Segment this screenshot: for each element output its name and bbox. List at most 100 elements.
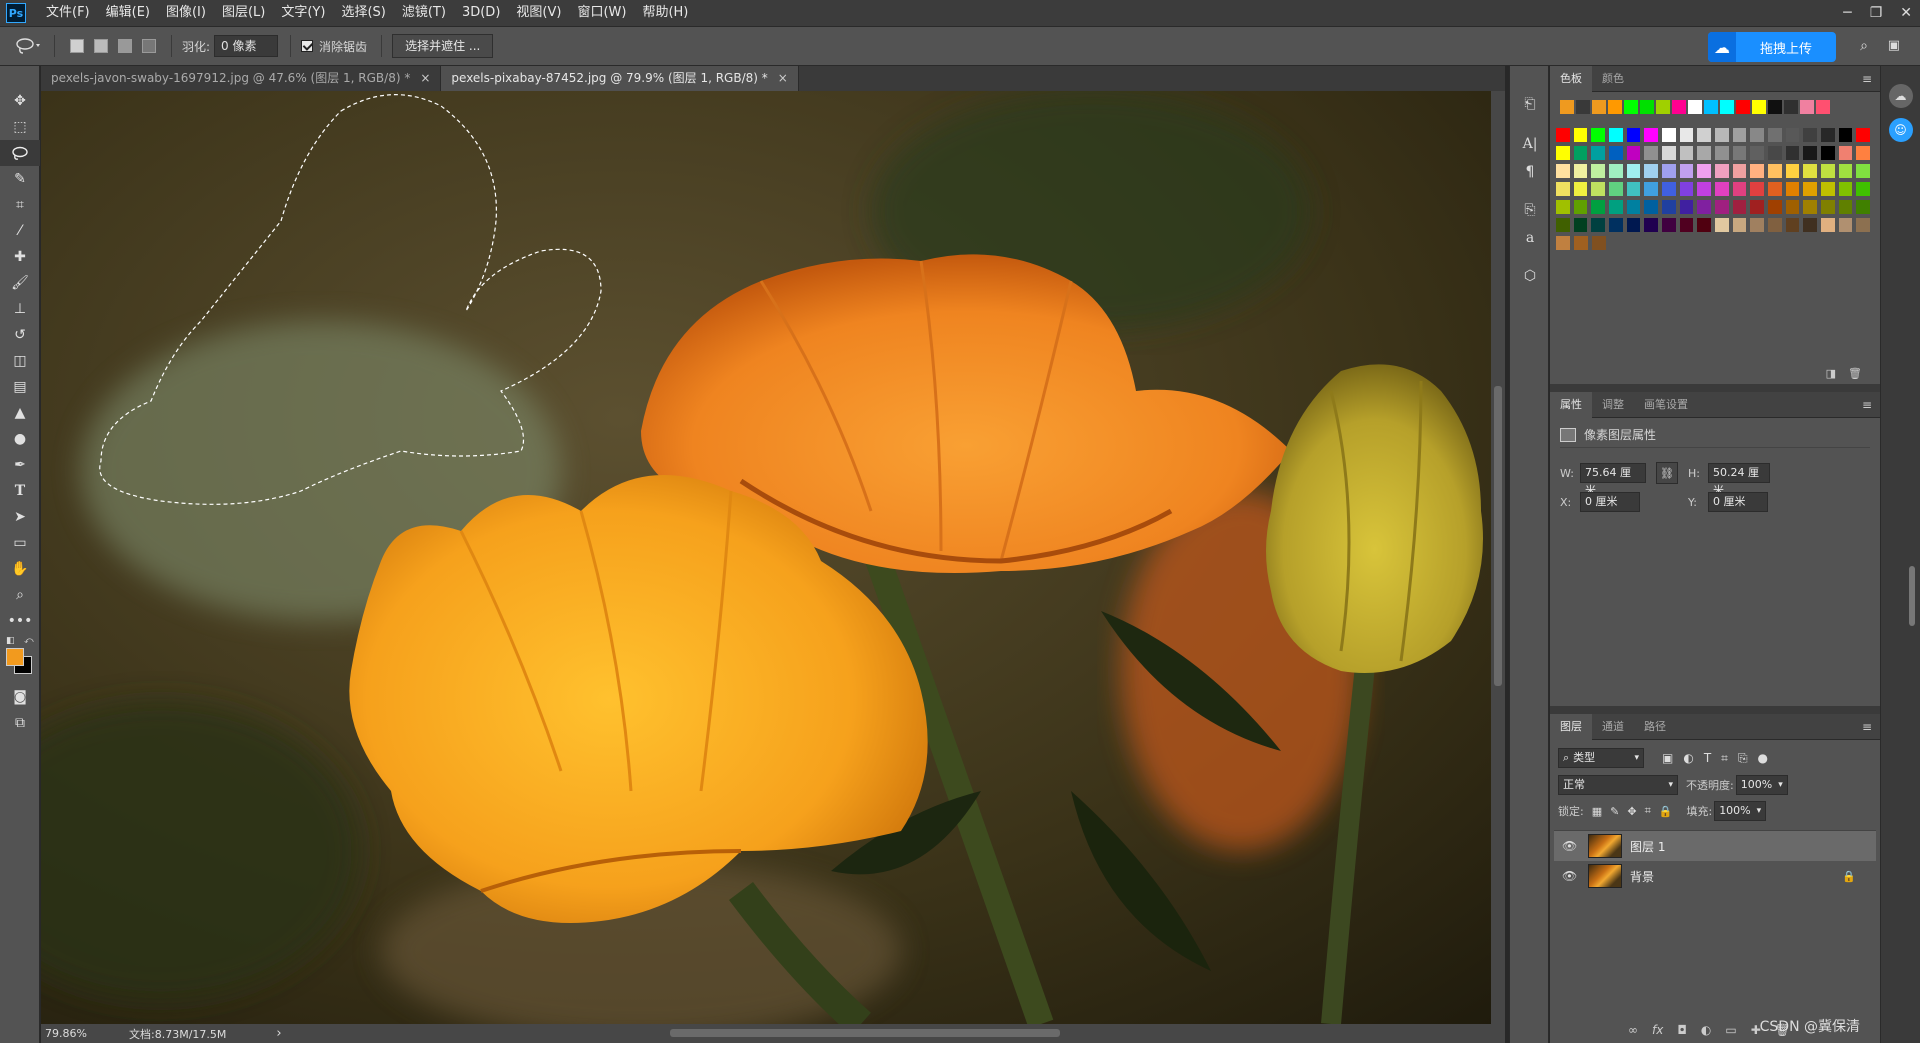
swatch[interactable] <box>1609 128 1623 142</box>
menu-help[interactable]: 帮助(H) <box>634 0 696 26</box>
swatch[interactable] <box>1732 128 1747 142</box>
swatch[interactable] <box>1679 146 1694 160</box>
swatch[interactable] <box>1662 200 1676 214</box>
swatch[interactable] <box>1591 182 1606 196</box>
swatch[interactable] <box>1688 100 1702 114</box>
lock-position-icon[interactable]: ✥ <box>1627 805 1636 818</box>
delete-swatch-icon[interactable]: 🗑 <box>1848 367 1862 380</box>
swatch[interactable] <box>1821 128 1835 142</box>
menu-3d[interactable]: 3D(D) <box>454 0 508 26</box>
type-tool-icon[interactable]: T <box>0 478 40 504</box>
swatch[interactable] <box>1732 164 1747 178</box>
swatch[interactable] <box>1803 218 1818 232</box>
swatch[interactable] <box>1560 100 1574 114</box>
swatch[interactable] <box>1626 146 1641 160</box>
screen-mode-icon[interactable]: ⧉ <box>0 710 40 736</box>
swatch[interactable] <box>1573 218 1588 232</box>
lock-transparent-icon[interactable]: ▦ <box>1592 805 1602 818</box>
x-input[interactable]: 0 厘米 <box>1580 492 1640 512</box>
foreground-color-swatch[interactable] <box>6 648 24 666</box>
move-tool-icon[interactable]: ✥ <box>0 88 40 114</box>
status-menu-arrow[interactable]: › <box>276 1026 281 1041</box>
3d-icon[interactable]: ⬡ <box>1510 262 1550 290</box>
pen-tool-icon[interactable]: ✒ <box>0 452 40 478</box>
swatch[interactable] <box>1697 218 1712 232</box>
swatch[interactable] <box>1750 164 1765 178</box>
swatch[interactable] <box>1838 146 1853 160</box>
new-selection-icon[interactable] <box>70 39 84 53</box>
lasso-preset-icon[interactable] <box>14 36 44 56</box>
tab-color[interactable]: 颜色 <box>1592 66 1634 92</box>
height-input[interactable]: 50.24 厘米 <box>1708 463 1770 497</box>
swatch[interactable] <box>1785 182 1800 196</box>
swatch[interactable] <box>1640 100 1654 114</box>
swatch[interactable] <box>1750 200 1765 214</box>
canvas[interactable] <box>41 91 1491 1024</box>
swatch[interactable] <box>1697 128 1712 142</box>
swatch[interactable] <box>1679 218 1694 232</box>
layer-row[interactable]: 👁 背景 🔒 <box>1554 861 1876 891</box>
zoom-level[interactable]: 79.86% <box>45 1027 121 1040</box>
eyedropper-tool-icon[interactable]: ⁄ <box>0 218 40 244</box>
lasso-tool-icon[interactable] <box>0 140 40 166</box>
more-tools-icon[interactable]: ••• <box>0 608 40 634</box>
swatch[interactable] <box>1697 182 1712 196</box>
swatch[interactable] <box>1644 164 1659 178</box>
swatch[interactable] <box>1662 182 1676 196</box>
add-selection-icon[interactable] <box>94 39 108 53</box>
swatch[interactable] <box>1803 164 1818 178</box>
swatch[interactable] <box>1715 128 1729 142</box>
feather-input[interactable]: 0 像素 <box>214 35 279 57</box>
rectangle-tool-icon[interactable]: ▭ <box>0 530 40 556</box>
swatch[interactable] <box>1573 200 1588 214</box>
menu-select[interactable]: 选择(S) <box>333 0 393 26</box>
swap-colors-icon[interactable]: ⤺ <box>24 636 34 646</box>
opacity-input[interactable]: 100% ▾ <box>1735 775 1788 795</box>
swatch[interactable] <box>1768 182 1782 196</box>
swatch[interactable] <box>1697 146 1712 160</box>
swatch[interactable] <box>1576 100 1590 114</box>
swatch[interactable] <box>1591 146 1606 160</box>
filter-type-icon[interactable]: T <box>1704 751 1711 765</box>
lock-artboard-icon[interactable]: ⌗ <box>1645 804 1651 818</box>
swatch[interactable] <box>1856 164 1871 178</box>
swatch[interactable] <box>1697 164 1712 178</box>
swatch[interactable] <box>1574 236 1588 250</box>
swatch[interactable] <box>1556 146 1570 160</box>
swatch[interactable] <box>1816 100 1830 114</box>
tab-swatches[interactable]: 色板 <box>1550 65 1592 92</box>
swatch[interactable] <box>1785 200 1800 214</box>
swatch[interactable] <box>1573 146 1588 160</box>
new-swatch-icon[interactable]: ◨ <box>1826 367 1836 380</box>
swatch[interactable] <box>1750 218 1765 232</box>
swatch[interactable] <box>1803 182 1818 196</box>
history-icon[interactable]: ⎗ <box>1510 90 1550 118</box>
search-icon[interactable]: ⌕ <box>1860 38 1868 54</box>
swatch[interactable] <box>1662 146 1676 160</box>
swatch[interactable] <box>1732 182 1747 196</box>
swatch[interactable] <box>1556 236 1570 250</box>
swatch[interactable] <box>1803 200 1818 214</box>
restore-button[interactable]: ❐ <box>1870 5 1883 21</box>
swatch[interactable] <box>1556 164 1570 178</box>
upload-button[interactable]: ☁ 拖拽上传 <box>1708 32 1836 62</box>
swatch[interactable] <box>1573 164 1588 178</box>
swatch[interactable] <box>1591 164 1606 178</box>
swatch[interactable] <box>1732 218 1747 232</box>
paragraph-style-icon[interactable]: a <box>1510 224 1550 252</box>
swatch[interactable] <box>1821 182 1835 196</box>
swatch[interactable] <box>1626 128 1641 142</box>
swatch[interactable] <box>1662 218 1676 232</box>
menu-edit[interactable]: 编辑(E) <box>98 0 158 26</box>
marquee-tool-icon[interactable]: ⬚ <box>0 114 40 140</box>
new-group-icon[interactable]: ▭ <box>1725 1023 1736 1037</box>
swatch[interactable] <box>1838 128 1853 142</box>
workspace-icon[interactable]: ▣ <box>1888 38 1900 53</box>
tab-brush-settings[interactable]: 画笔设置 <box>1634 392 1698 418</box>
swatch[interactable] <box>1573 128 1588 142</box>
link-dimensions-icon[interactable]: ⛓ <box>1656 462 1678 484</box>
healing-brush-tool-icon[interactable]: ✚ <box>0 244 40 270</box>
swatch[interactable] <box>1750 182 1765 196</box>
swatch[interactable] <box>1644 218 1659 232</box>
swatch[interactable] <box>1838 182 1853 196</box>
